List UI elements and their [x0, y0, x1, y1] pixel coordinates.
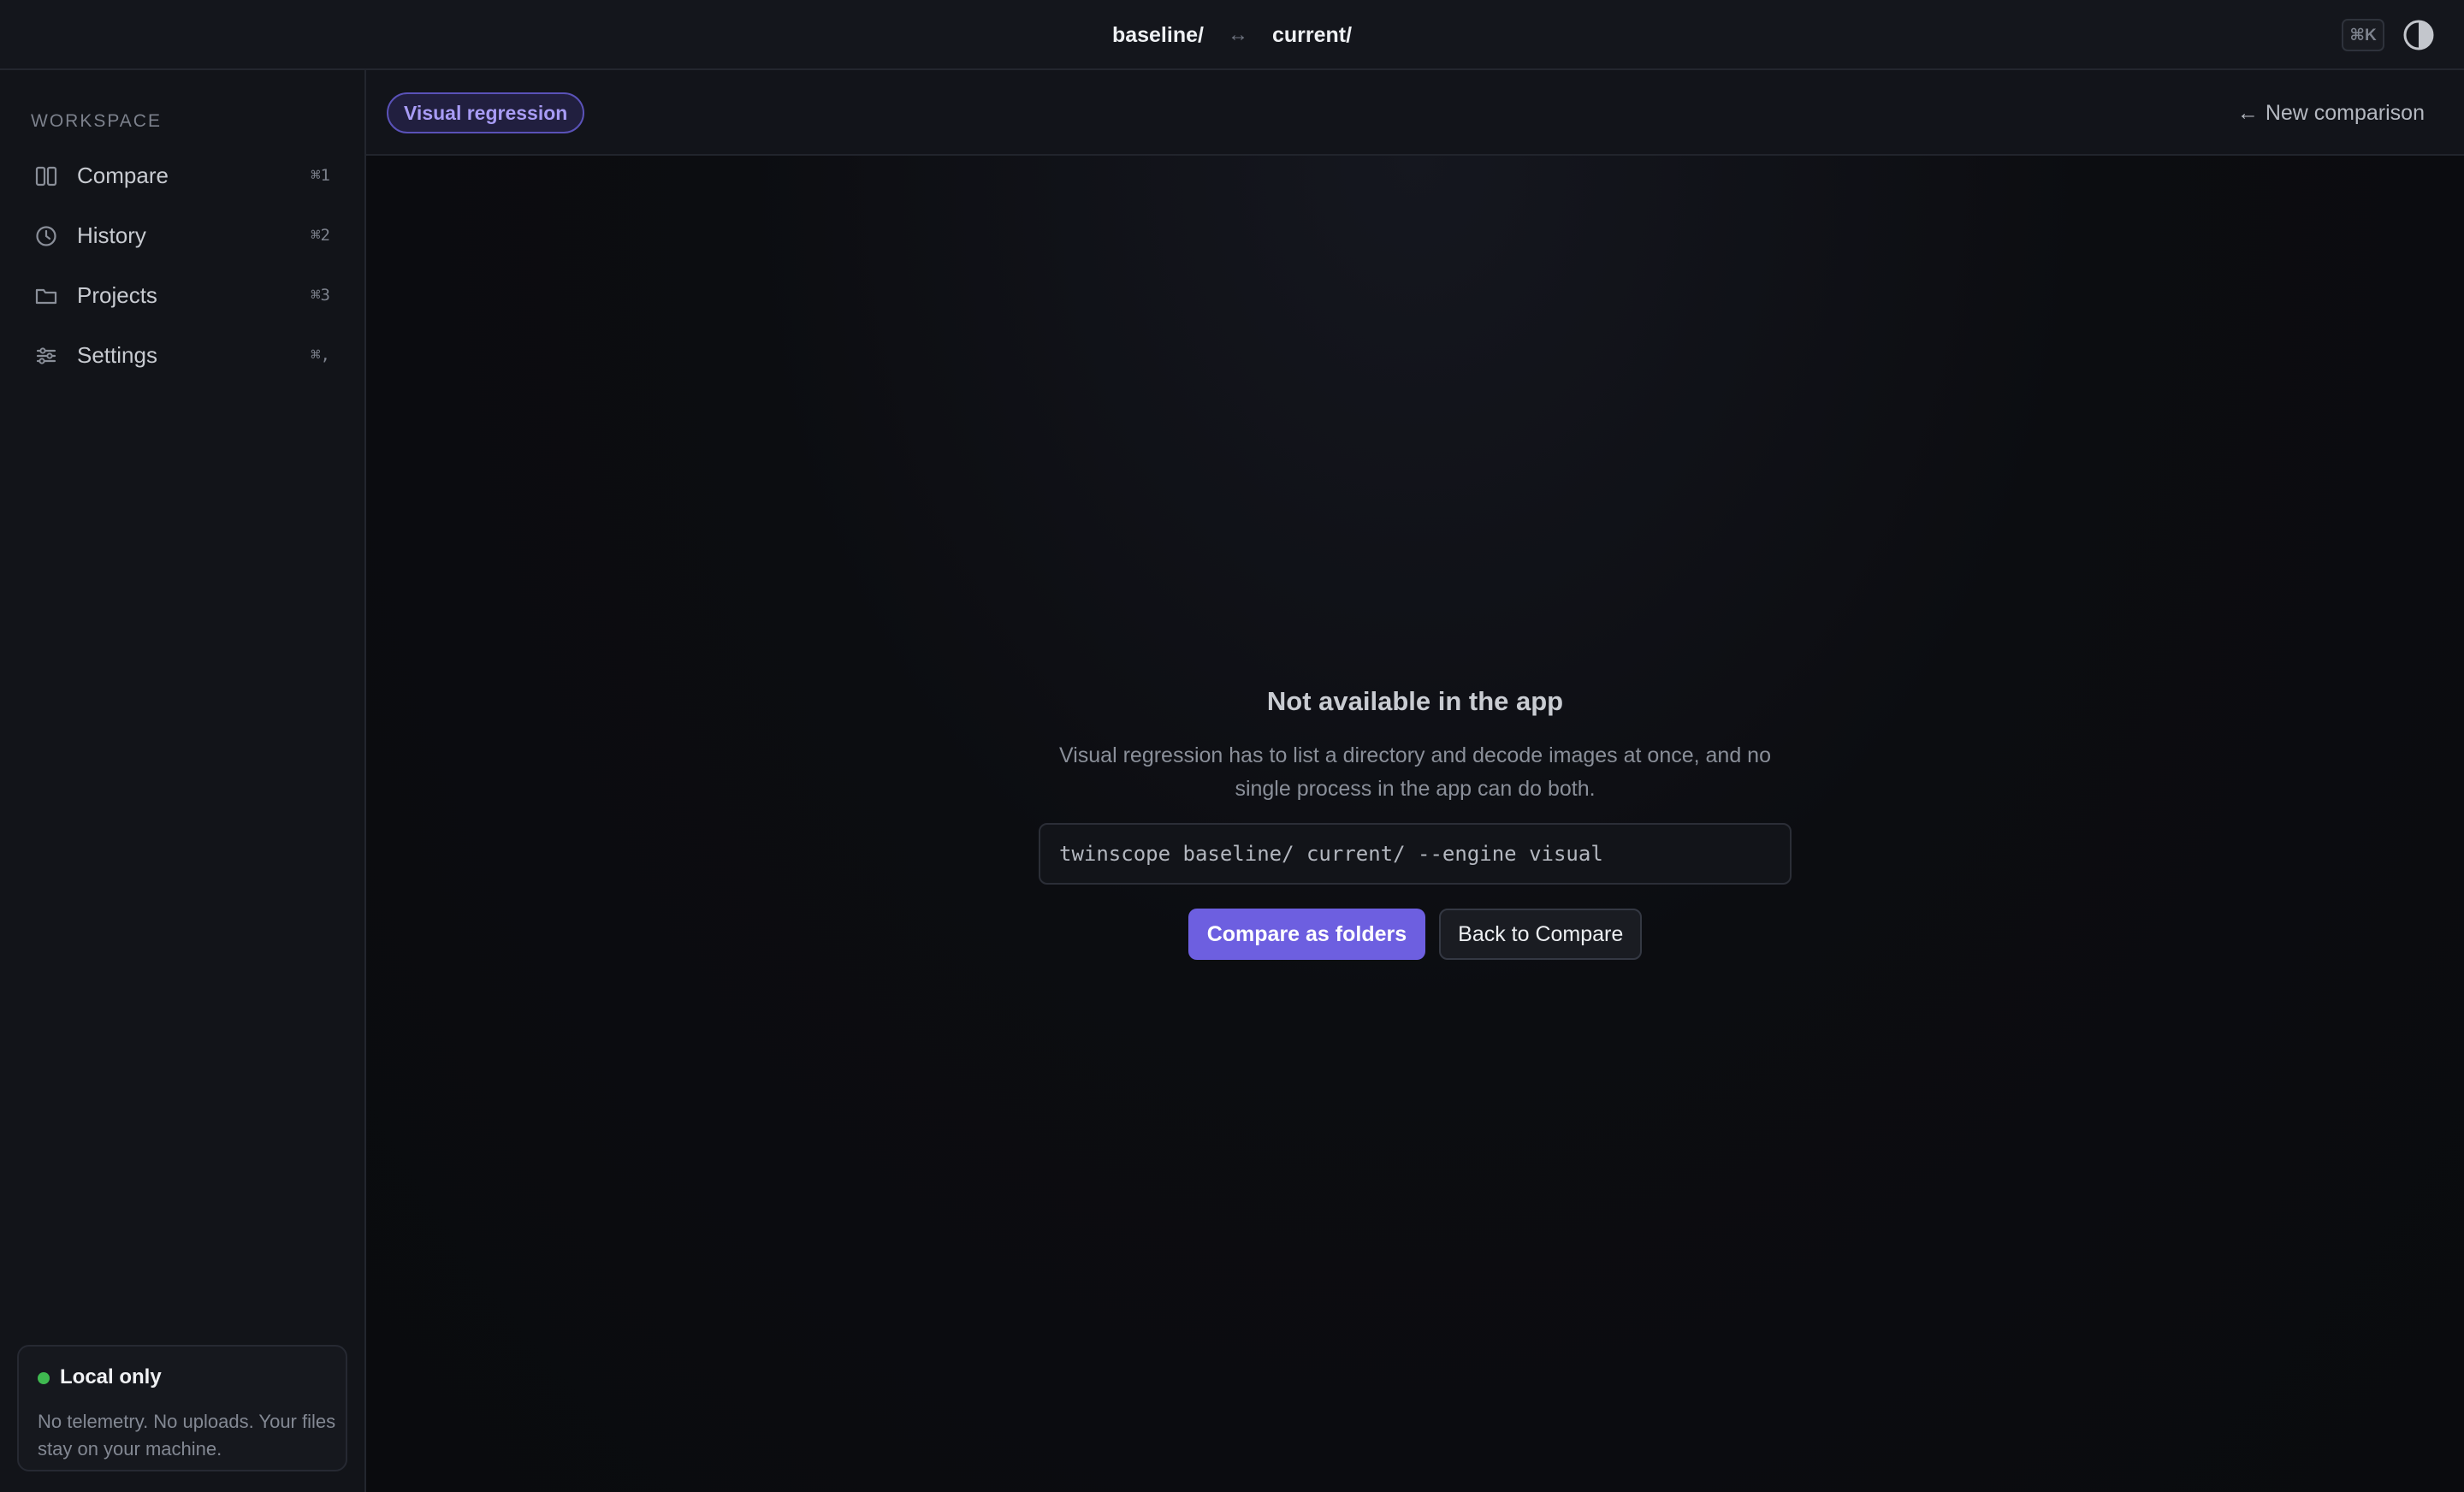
sidebar-item-label: Projects: [77, 281, 157, 308]
sidebar: WORKSPACE Compare ⌘1 History ⌘2 Projects: [0, 70, 366, 1492]
empty-state-title: Not available in the app: [1266, 686, 1564, 716]
swap-arrows-icon: ↔: [1227, 23, 1248, 46]
sidebar-item-label: Compare: [77, 162, 169, 188]
sliders-icon: [34, 344, 58, 368]
sidebar-section-label: WORKSPACE: [31, 111, 162, 131]
right-path: current/: [1271, 22, 1353, 47]
contrast-icon: [2403, 20, 2434, 50]
status-dot-icon: [38, 1372, 50, 1384]
new-comparison-label: New comparison: [2265, 100, 2425, 125]
local-only-title: Local only: [60, 1365, 162, 1388]
sidebar-item-settings[interactable]: Settings ⌘,: [17, 329, 349, 382]
local-only-description: No telemetry. No uploads. Your files sta…: [38, 1411, 336, 1459]
sidebar-item-shortcut: ⌘2: [311, 226, 330, 245]
compare-as-folders-button[interactable]: Compare as folders: [1188, 909, 1426, 960]
cli-command-box[interactable]: twinscope baseline/ current/ --engine vi…: [1039, 823, 1792, 885]
back-to-compare-button[interactable]: Back to Compare: [1439, 909, 1643, 960]
empty-state-actions: Compare as folders Back to Compare: [1188, 909, 1643, 960]
main-area: Not available in the app Visual regressi…: [366, 156, 2464, 1492]
sidebar-item-compare[interactable]: Compare ⌘1: [17, 149, 349, 202]
sidebar-item-history[interactable]: History ⌘2: [17, 209, 349, 262]
new-comparison-link[interactable]: ← New comparison: [2237, 92, 2425, 133]
sidebar-item-shortcut: ⌘1: [311, 166, 330, 185]
left-path: baseline/: [1111, 22, 1204, 47]
empty-state-description: Visual regression has to list a director…: [1059, 743, 1771, 801]
folder-icon: [34, 284, 58, 308]
sidebar-item-label: Settings: [77, 341, 157, 368]
arrow-left-icon: ←: [2236, 100, 2259, 125]
command-palette-button[interactable]: ⌘K: [2342, 19, 2384, 51]
theme-toggle-button[interactable]: [2402, 19, 2435, 51]
sidebar-item-label: History: [77, 222, 146, 248]
local-only-card: Local only No telemetry. No uploads. You…: [17, 1345, 347, 1471]
sidebar-item-shortcut: ⌘3: [311, 286, 330, 305]
comparison-title: baseline/ ↔ current/: [0, 0, 2464, 70]
title-bar: baseline/ ↔ current/ ⌘K: [0, 0, 2464, 70]
empty-state: Not available in the app Visual regressi…: [366, 686, 2464, 960]
sidebar-item-shortcut: ⌘,: [311, 346, 330, 364]
columns-icon: [34, 164, 58, 188]
mode-badge: Visual regression: [387, 92, 585, 133]
clock-icon: [34, 224, 58, 248]
sidebar-item-projects[interactable]: Projects ⌘3: [17, 269, 349, 322]
content-header: Visual regression ← New comparison: [366, 70, 2464, 156]
